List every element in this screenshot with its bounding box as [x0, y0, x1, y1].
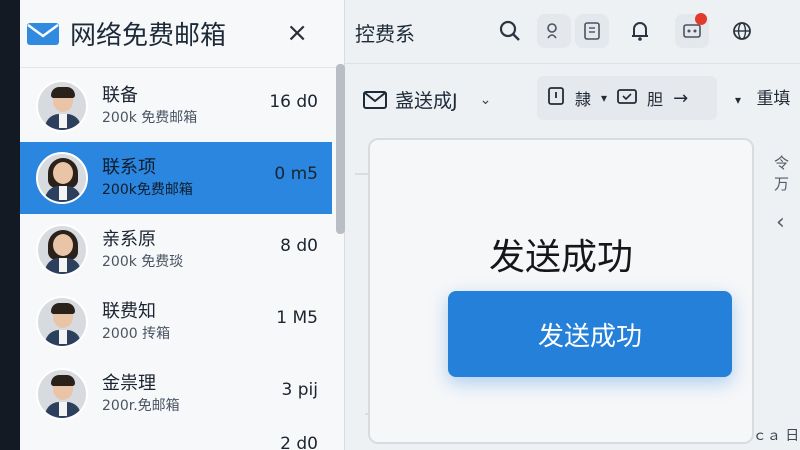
send-dropdown-label: 盏送成J — [395, 90, 458, 112]
notification-icon[interactable] — [675, 13, 709, 48]
contact-panel: 网络免费邮箱 × 联备 200k 免费邮箱 16 d0 联系项 200k免费邮箱… — [0, 0, 345, 450]
toolbar-button-group: 隷 ▾ 胆 → — [537, 76, 717, 120]
bell-icon[interactable] — [623, 14, 657, 48]
contact-list: 联备 200k 免费邮箱 16 d0 联系项 200k免费邮箱 0 m5 亲系原… — [20, 70, 332, 450]
chevron-left-icon[interactable]: ‹ — [776, 210, 785, 235]
avatar — [36, 80, 88, 132]
tag-icon[interactable] — [537, 14, 571, 48]
app-title: 网络免费邮箱 — [70, 21, 227, 51]
contact-time: 16 d0 — [269, 92, 318, 112]
search-icon[interactable] — [493, 14, 527, 48]
window-edge — [0, 0, 20, 450]
app-header: 网络免费邮箱 × — [0, 0, 344, 68]
notebook-icon[interactable] — [575, 14, 609, 48]
side-label: 令 万 — [774, 154, 790, 193]
contact-time: 3 pij — [281, 380, 318, 400]
scrollbar[interactable] — [336, 64, 345, 234]
contact-time: 8 d0 — [280, 236, 318, 256]
contact-row[interactable]: 金祟理 200r.免邮箱 3 pij — [20, 358, 332, 430]
topbar-title: 控费系 — [355, 22, 415, 46]
reset-button[interactable]: ▾ 重填 — [735, 84, 790, 109]
corner-label: ｃａ 日 — [752, 428, 800, 444]
chevron-down-icon: ⌄ — [479, 91, 492, 108]
compose-toolbar: 盏送成J ⌄ 隷 ▾ 胆 → ▾ 重填 — [345, 64, 800, 134]
chevron-down-icon: ▾ — [601, 91, 608, 105]
send-dropdown[interactable]: 盏送成J ⌄ — [363, 86, 491, 113]
contact-row-selected[interactable]: 联系项 200k免费邮箱 0 m5 — [20, 142, 332, 214]
avatar — [36, 224, 88, 276]
reset-label: 重填 — [756, 89, 791, 109]
arrow-right-icon[interactable]: → — [673, 88, 688, 109]
side-panel-strip: 令 万 ‹ — [770, 140, 800, 280]
contact-time: 1 M5 — [276, 308, 318, 328]
app-window: 网络免费邮箱 × 联备 200k 免费邮箱 16 d0 联系项 200k免费邮箱… — [0, 0, 800, 450]
contact-row[interactable]: 2 d0 — [20, 430, 332, 450]
close-icon[interactable]: × — [286, 18, 308, 48]
document-icon[interactable] — [547, 86, 565, 110]
avatar — [36, 152, 88, 204]
globe-icon[interactable] — [725, 14, 759, 48]
success-dialog: 发送成功 发送成功 — [368, 138, 754, 444]
dropdown-icon: ▾ — [735, 93, 742, 107]
notification-badge — [695, 13, 707, 25]
contact-row[interactable]: 亲系原 200k 免费琰 8 d0 — [20, 214, 332, 286]
contact-row[interactable]: 联备 200k 免费邮箱 16 d0 — [20, 70, 332, 142]
contact-row[interactable]: 联费知 2000 抟箱 1 M5 — [20, 286, 332, 358]
avatar — [36, 368, 88, 420]
confirm-button[interactable]: 发送成功 — [448, 291, 732, 377]
contact-time: 0 m5 — [274, 164, 318, 184]
folder-icon[interactable] — [617, 87, 637, 109]
toolbar-button-1-label[interactable]: 隷 — [575, 86, 591, 110]
top-bar: 控费系 — [345, 0, 800, 64]
avatar — [36, 296, 88, 348]
envelope-icon — [363, 90, 387, 109]
toolbar-button-2-label[interactable]: 胆 — [647, 86, 663, 110]
dialog-title: 发送成功 — [488, 237, 633, 278]
mail-logo-icon — [27, 22, 59, 45]
contact-time: 2 d0 — [280, 434, 318, 450]
